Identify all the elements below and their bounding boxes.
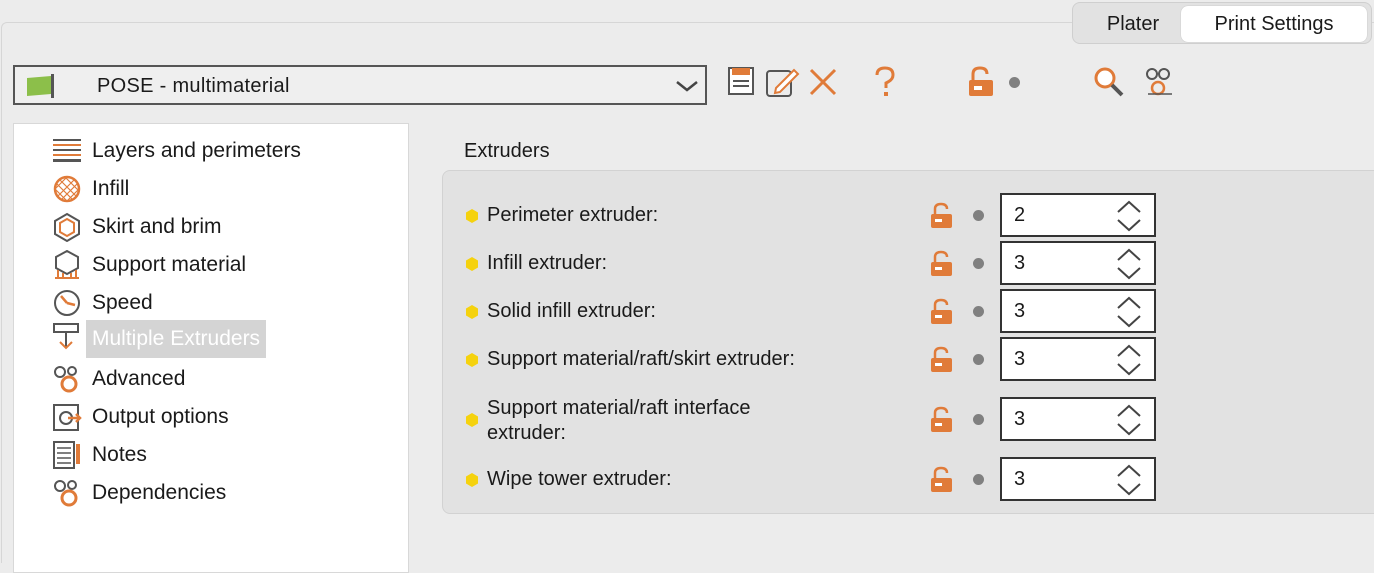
tree-label: Notes <box>92 443 147 466</box>
spinbox-value: 3 <box>1014 408 1026 430</box>
option-label: Wipe tower extruder: <box>487 468 672 490</box>
tree-item-dependencies[interactable]: Dependencies <box>14 476 410 510</box>
option-label: Perimeter extruder: <box>487 204 659 226</box>
spin-arrows-icon[interactable] <box>1116 342 1142 378</box>
option-marker-icon <box>466 305 478 319</box>
gears-icon <box>54 366 78 393</box>
spin-arrows-icon[interactable] <box>1116 462 1142 498</box>
option-row: Infill extruder: 3 <box>443 241 1374 287</box>
help-icon[interactable] <box>870 64 900 100</box>
spin-arrows-icon[interactable] <box>1116 198 1142 234</box>
tree-item-multiple-extruders[interactable]: Multiple Extruders <box>14 320 410 358</box>
spinbox-value: 3 <box>1014 252 1026 274</box>
tab-print-settings[interactable]: Print Settings <box>1181 6 1367 42</box>
section-title-extruders: Extruders <box>464 140 550 162</box>
edit-icon[interactable] <box>764 64 800 100</box>
extruder-spinbox[interactable]: 3 <box>1000 241 1156 285</box>
extruder-spinbox[interactable]: 3 <box>1000 397 1156 441</box>
tree-item-notes[interactable]: Notes <box>14 438 410 472</box>
tree-label: Speed <box>92 291 153 314</box>
spin-arrows-icon[interactable] <box>1116 294 1142 330</box>
lock-icon[interactable] <box>929 249 955 279</box>
flag-icon <box>27 74 54 98</box>
tree-item-output-options[interactable]: Output options <box>14 400 410 434</box>
tree-label: Multiple Extruders <box>86 320 267 358</box>
status-dot <box>973 210 984 221</box>
search-icon[interactable] <box>1090 64 1128 100</box>
option-label: Support material/raft/skirt extruder: <box>487 348 795 370</box>
tree-item-infill[interactable]: Infill <box>14 172 410 206</box>
speed-icon <box>54 290 80 316</box>
extruder-spinbox[interactable]: 3 <box>1000 457 1156 501</box>
lock-icon[interactable] <box>929 297 955 327</box>
extruder-spinbox[interactable]: 2 <box>1000 193 1156 237</box>
status-dot <box>973 306 984 317</box>
spinbox-value: 2 <box>1014 204 1026 226</box>
gears-icon <box>54 480 78 507</box>
tree-item-speed[interactable]: Speed <box>14 286 410 320</box>
tree-label: Skirt and brim <box>92 215 222 238</box>
lock-icon[interactable] <box>966 64 996 100</box>
extruders-group: Perimeter extruder: 2 Infill extruder: 3… <box>442 170 1374 514</box>
tree-label: Layers and perimeters <box>92 139 301 162</box>
status-dot <box>973 474 984 485</box>
layers-icon <box>53 139 81 162</box>
tree-label: Output options <box>92 405 229 428</box>
option-row: Support material/raft interface extruder… <box>443 397 1374 444</box>
option-label: Infill extruder: <box>487 252 608 274</box>
option-row: Support material/raft/skirt extruder: 3 <box>443 337 1374 383</box>
lock-icon[interactable] <box>929 345 955 375</box>
settings-tree: Layers and perimeters Infill Skirt and b… <box>13 123 409 573</box>
option-label-line1: Support material/raft interface <box>487 397 751 419</box>
tree-label: Infill <box>92 177 130 200</box>
option-marker-icon <box>466 413 478 427</box>
skirt-icon <box>54 212 80 242</box>
output-icon <box>53 404 82 431</box>
spinbox-value: 3 <box>1014 468 1026 490</box>
option-marker-icon <box>466 257 478 271</box>
tab-bar: Plater Print Settings <box>1072 2 1372 44</box>
infill-icon <box>53 175 81 203</box>
extruder-spinbox[interactable]: 3 <box>1000 289 1156 333</box>
dot-indicator <box>1009 77 1020 88</box>
extruder-spinbox[interactable]: 3 <box>1000 337 1156 381</box>
preset-dropdown[interactable]: POSE - multimaterial <box>13 65 707 105</box>
option-marker-icon <box>466 473 478 487</box>
preset-name: POSE - multimaterial <box>97 75 290 97</box>
spin-arrows-icon[interactable] <box>1116 402 1142 438</box>
lock-icon[interactable] <box>929 405 955 435</box>
chevron-down-icon <box>676 81 698 92</box>
extruder-icon <box>53 323 79 350</box>
compare-icon[interactable] <box>1142 64 1176 100</box>
option-row: Wipe tower extruder: 3 <box>443 457 1374 503</box>
status-dot <box>973 354 984 365</box>
option-marker-icon <box>466 209 478 223</box>
support-icon <box>55 250 79 279</box>
status-dot <box>973 258 984 269</box>
option-label: Solid infill extruder: <box>487 300 656 322</box>
tree-item-support[interactable]: Support material <box>14 248 410 282</box>
option-row: Solid infill extruder: 3 <box>443 289 1374 335</box>
tree-item-skirt-brim[interactable]: Skirt and brim <box>14 210 410 244</box>
lock-icon[interactable] <box>929 201 955 231</box>
tree-label: Support material <box>92 253 247 276</box>
save-icon[interactable] <box>726 64 758 98</box>
tree-item-advanced[interactable]: Advanced <box>14 362 410 396</box>
notes-icon <box>53 441 80 469</box>
spin-arrows-icon[interactable] <box>1116 246 1142 282</box>
delete-icon[interactable] <box>806 64 840 98</box>
option-label-line2: extruder: <box>487 422 566 444</box>
spinbox-value: 3 <box>1014 300 1026 322</box>
tree-label: Advanced <box>92 367 186 390</box>
option-row: Perimeter extruder: 2 <box>443 193 1374 239</box>
spinbox-value: 3 <box>1014 348 1026 370</box>
option-marker-icon <box>466 353 478 367</box>
tab-plater[interactable]: Plater <box>1083 6 1183 42</box>
tree-label: Dependencies <box>92 481 227 504</box>
lock-icon[interactable] <box>929 465 955 495</box>
tree-item-layers[interactable]: Layers and perimeters <box>14 134 410 168</box>
status-dot <box>973 414 984 425</box>
